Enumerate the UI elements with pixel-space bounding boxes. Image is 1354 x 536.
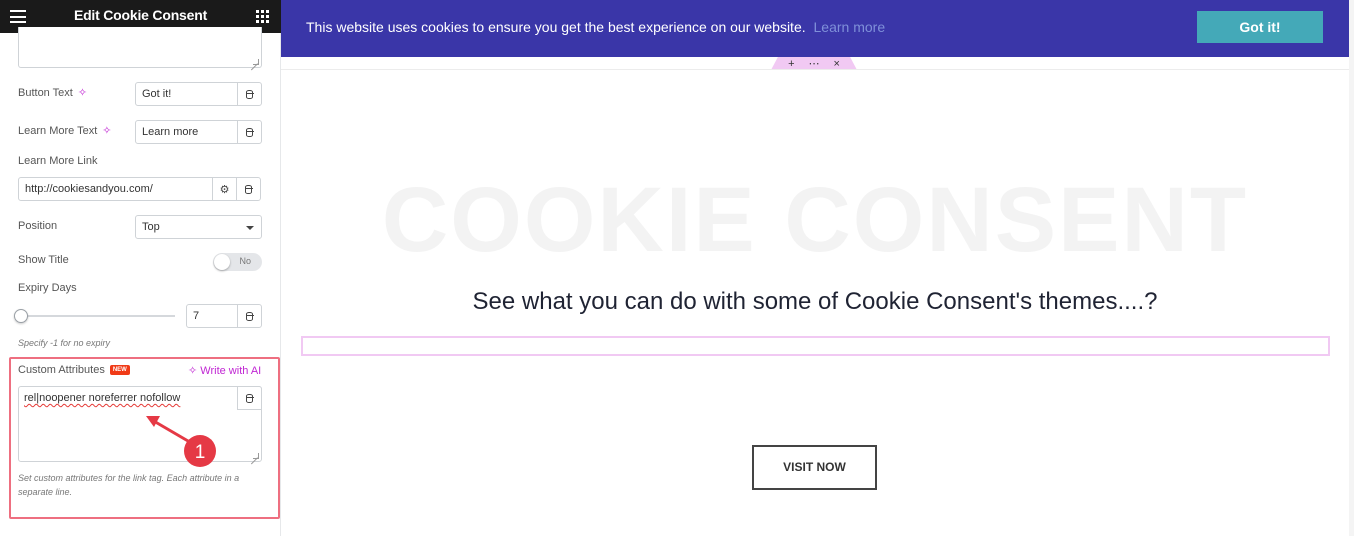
show-title-toggle[interactable]: No	[213, 253, 262, 271]
panel-title: Edit Cookie Consent	[73, 7, 208, 23]
ai-sparkle-icon[interactable]: ✧	[102, 124, 111, 137]
dynamic-tags-button[interactable]	[237, 82, 262, 106]
database-icon	[245, 89, 254, 99]
selected-widget-outline[interactable]	[301, 336, 1330, 356]
resize-grip-icon[interactable]	[253, 453, 259, 459]
widgets-grid-icon[interactable]	[256, 10, 269, 23]
message-textarea[interactable]	[18, 27, 262, 68]
editor-panel: Edit Cookie Consent Button Text ✧ Got it…	[0, 0, 281, 536]
expiry-days-input[interactable]: 7	[186, 304, 238, 328]
button-text-input[interactable]: Got it!	[135, 82, 238, 106]
expiry-hint: Specify -1 for no expiry	[18, 338, 111, 348]
preview-canvas: This website uses cookies to ensure you …	[281, 0, 1354, 536]
custom-attributes-textarea[interactable]: rel|noopener noreferrer nofollow	[18, 386, 262, 462]
toggle-knob	[214, 254, 230, 270]
custom-attributes-label: Custom Attributes NEW	[18, 364, 130, 376]
chevron-down-icon	[246, 226, 254, 230]
dynamic-tags-button[interactable]	[236, 177, 261, 201]
add-section-icon[interactable]: +	[788, 58, 794, 69]
learn-more-text-input[interactable]: Learn more	[135, 120, 238, 144]
headline: See what you can do with some of Cookie …	[472, 288, 1158, 315]
close-icon[interactable]: ×	[834, 58, 840, 69]
button-text-label: Button Text ✧	[18, 86, 88, 100]
custom-attributes-hint: Set custom attributes for the link tag. …	[18, 473, 240, 497]
editor-window: Edit Cookie Consent Button Text ✧ Got it…	[0, 0, 1354, 536]
expiry-slider-track[interactable]	[18, 315, 175, 317]
section-divider	[281, 69, 1349, 70]
database-icon	[245, 311, 254, 321]
scrollbar[interactable]	[1349, 0, 1354, 536]
ai-sparkle-icon[interactable]: ✧	[78, 86, 87, 99]
cookie-message: This website uses cookies to ensure you …	[306, 19, 886, 35]
more-options-icon[interactable]: ⋯	[809, 58, 820, 69]
dynamic-tags-button[interactable]	[237, 120, 262, 144]
expiry-slider-handle[interactable]	[14, 309, 28, 323]
resize-grip-icon[interactable]	[253, 59, 259, 65]
show-title-label: Show Title	[18, 254, 69, 266]
got-it-button[interactable]: Got it!	[1197, 11, 1323, 43]
link-options-button[interactable]: ⚙	[212, 177, 237, 201]
learn-more-text-label: Learn More Text ✧	[18, 124, 112, 138]
database-icon	[244, 184, 253, 194]
background-title: COOKIE CONSENT	[381, 169, 1249, 271]
learn-more-link-label: Learn More Link	[18, 155, 98, 167]
gear-icon: ⚙	[219, 183, 230, 196]
position-label: Position	[18, 220, 58, 232]
expiry-days-label: Expiry Days	[18, 282, 77, 294]
cookie-consent-bar: This website uses cookies to ensure you …	[281, 0, 1349, 57]
write-with-ai-link[interactable]: ✧ Write with AI	[188, 364, 261, 377]
learn-more-link-input[interactable]: http://cookiesandyou.com/	[18, 177, 213, 201]
dynamic-tags-button[interactable]	[237, 386, 262, 410]
learn-more-link[interactable]: Learn more	[814, 19, 886, 35]
visit-now-button[interactable]: VISIT NOW	[752, 445, 877, 490]
ai-sparkle-icon: ✧	[188, 365, 198, 377]
position-select[interactable]: Top	[135, 215, 262, 239]
new-badge: NEW	[109, 365, 130, 375]
database-icon	[245, 393, 254, 403]
database-icon	[245, 127, 254, 137]
dynamic-tags-button[interactable]	[237, 304, 262, 328]
